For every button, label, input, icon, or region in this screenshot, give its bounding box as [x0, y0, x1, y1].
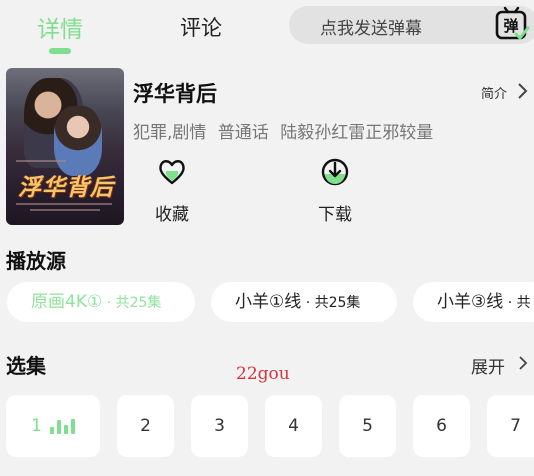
source-chip-3[interactable]: 小羊③线 · 共 — [413, 282, 534, 322]
sources-heading: 播放源 — [6, 249, 66, 273]
poster-text-line — [16, 203, 112, 205]
playing-indicator-icon — [49, 418, 75, 434]
tab-detail[interactable]: 详情 — [37, 10, 83, 44]
episode-number: 5 — [362, 416, 373, 436]
tab-active-indicator — [49, 48, 71, 54]
watermark-text: 22gou — [236, 364, 290, 384]
expand-link[interactable]: 展开 — [471, 353, 505, 378]
source-chip-2[interactable]: 小羊①线 · 共25集 — [211, 282, 397, 322]
show-cast: 陆毅孙红雷正邪较量 — [280, 123, 434, 143]
episode-number: 3 — [214, 416, 225, 436]
source-name: 小羊③线 — [437, 292, 504, 312]
episodes-heading: 选集 — [6, 354, 46, 378]
episode-button-1[interactable]: 1 — [6, 395, 100, 457]
episode-number: 6 — [436, 416, 447, 436]
tab-comment[interactable]: 评论 — [180, 12, 222, 42]
source-count: · 共25集 — [102, 295, 162, 311]
source-count: · 共 — [503, 295, 531, 311]
episode-button-5[interactable]: 5 — [339, 395, 396, 457]
intro-link[interactable]: 简介 — [481, 83, 507, 102]
poster-text-line — [30, 209, 100, 211]
episode-button-4[interactable]: 4 — [265, 395, 322, 457]
poster-text-line — [16, 160, 66, 162]
poster-figure — [54, 106, 102, 176]
source-name: 小羊①线 — [235, 292, 302, 312]
episode-button-7[interactable]: 7 — [487, 395, 534, 457]
heart-icon — [159, 160, 185, 185]
download-button[interactable]: 下载 — [315, 157, 355, 225]
favorite-button[interactable]: 收藏 — [152, 157, 192, 225]
episode-number: 2 — [140, 416, 151, 436]
show-language: 普通话 — [217, 123, 269, 143]
episode-number: 7 — [510, 416, 521, 436]
chevron-right-icon[interactable] — [516, 354, 530, 372]
danmaku-toggle-icon[interactable]: 弹 — [494, 6, 530, 42]
danmaku-icon-label: 弹 — [503, 17, 518, 35]
chevron-right-icon[interactable] — [515, 82, 529, 100]
episode-button-6[interactable]: 6 — [413, 395, 470, 457]
show-meta: 犯罪,剧情 普通话 陆毅孙红雷正邪较量 — [133, 118, 433, 143]
download-icon — [321, 158, 349, 186]
episode-number: 4 — [288, 416, 299, 436]
episode-number: 1 — [31, 416, 42, 436]
source-chip-1[interactable]: 原画4K① · 共25集 — [7, 282, 195, 322]
favorite-label: 收藏 — [155, 205, 189, 225]
episode-button-2[interactable]: 2 — [117, 395, 174, 457]
show-title: 浮华背后 — [133, 82, 217, 106]
download-label: 下载 — [318, 205, 352, 225]
danmaku-placeholder: 点我发送弹幕 — [320, 19, 422, 39]
poster-title: 浮华背后 — [18, 175, 114, 201]
source-count: · 共25集 — [301, 295, 361, 311]
show-genres: 犯罪,剧情 — [133, 123, 207, 143]
poster-image[interactable]: 浮华背后 — [6, 68, 124, 225]
source-name: 原画4K① — [31, 292, 103, 312]
episode-button-3[interactable]: 3 — [191, 395, 248, 457]
